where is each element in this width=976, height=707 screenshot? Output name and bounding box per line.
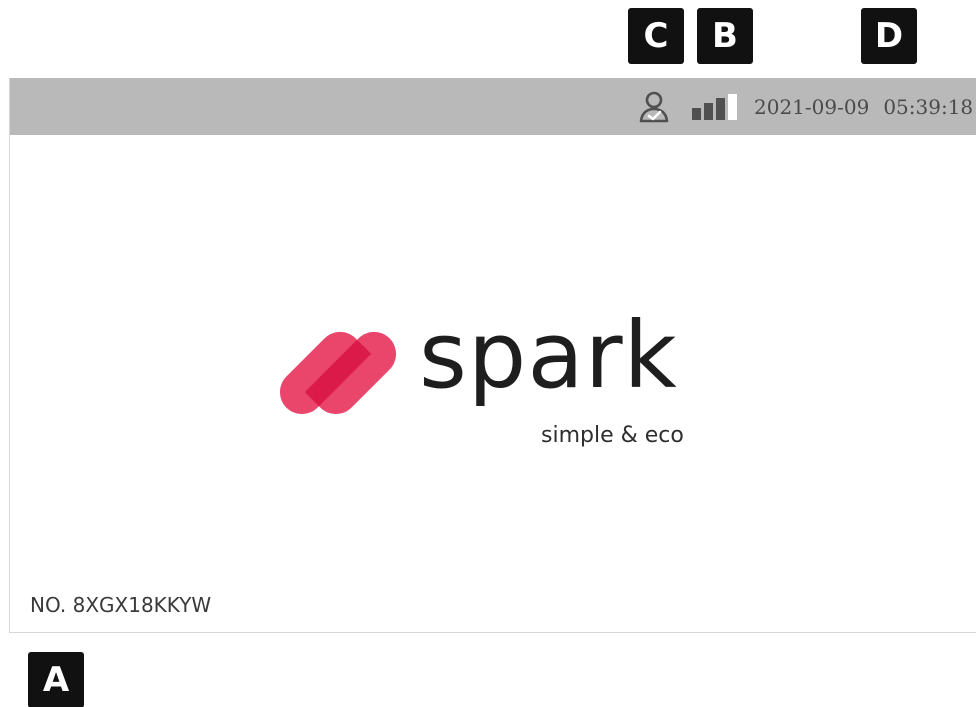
page: C B D 2021-09-09 05:39:18 spark simple &…	[0, 0, 976, 707]
status-bar: 2021-09-09 05:39:18	[10, 78, 976, 135]
callout-label-b: B	[697, 8, 753, 64]
serial-number: NO. 8XGX18KKYW	[30, 593, 212, 617]
brand-tagline: simple & eco	[541, 423, 684, 448]
status-time: 05:39:18	[883, 95, 974, 119]
callout-label-c: C	[628, 8, 684, 64]
user-check-icon[interactable]	[637, 90, 671, 124]
device-screen: 2021-09-09 05:39:18 spark simple & eco NO…	[9, 78, 976, 633]
brand-name: spark	[419, 302, 678, 409]
status-date: 2021-09-09	[754, 95, 870, 119]
spark-logo-icon	[269, 293, 407, 453]
callout-label-a: A	[28, 652, 84, 707]
status-datetime: 2021-09-09 05:39:18	[754, 93, 973, 121]
callout-label-d: D	[861, 8, 917, 64]
signal-strength-icon[interactable]	[692, 94, 740, 122]
